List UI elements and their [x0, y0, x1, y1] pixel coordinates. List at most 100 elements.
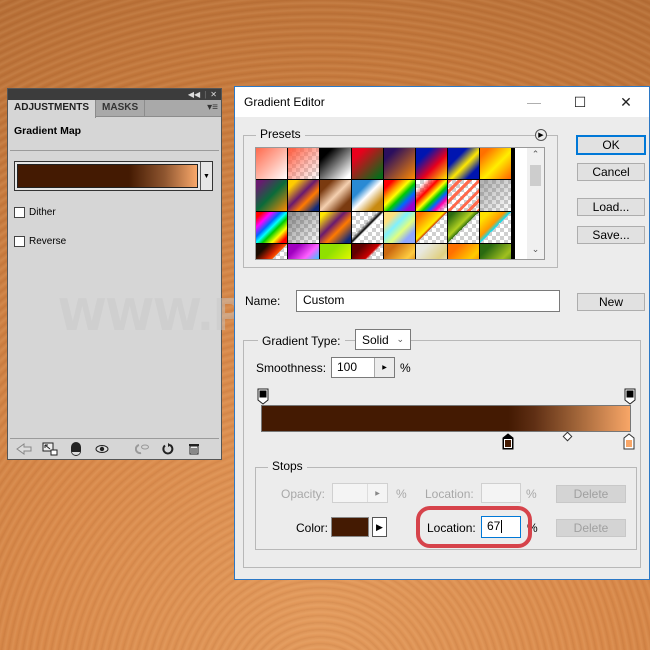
save-button[interactable]: Save... — [577, 226, 645, 244]
gradient-bar[interactable] — [261, 405, 631, 432]
presets-scrollbar[interactable]: ⌃ ⌄ — [527, 148, 544, 259]
preset-swatch[interactable] — [384, 244, 416, 259]
preset-swatch[interactable] — [288, 148, 320, 180]
percent-label: % — [400, 361, 411, 375]
preset-swatch[interactable] — [256, 148, 288, 180]
panel-menu-icon[interactable]: ▾≡ — [207, 102, 218, 113]
color-stop-end[interactable] — [623, 433, 635, 450]
preset-swatch[interactable] — [352, 180, 384, 212]
scroll-up-icon[interactable]: ⌃ — [527, 149, 544, 163]
reverse-checkbox[interactable] — [14, 236, 25, 247]
minimize-icon[interactable]: — — [511, 87, 557, 117]
presets-group: Presets ▶ ⌃ ⌄ — [243, 127, 558, 268]
opacity-stop-right[interactable] — [624, 388, 636, 405]
panel-tabs: ADJUSTMENTS MASKS ▾≡ — [8, 100, 221, 118]
preset-swatch[interactable] — [448, 244, 480, 259]
percent-label: % — [527, 521, 538, 535]
panel-title: Gradient Map — [14, 125, 82, 137]
visibility-eye-icon[interactable] — [92, 441, 112, 457]
preset-swatch[interactable] — [288, 180, 320, 212]
preset-swatch[interactable] — [480, 148, 512, 180]
maximize-icon[interactable]: ☐ — [557, 87, 603, 117]
opacity-stop-left[interactable] — [257, 388, 269, 405]
stops-group: Stops — [255, 459, 637, 550]
gradient-map-picker[interactable]: ▼ — [14, 161, 213, 191]
window-controls: — ☐ ✕ — [511, 87, 649, 117]
preset-swatch[interactable] — [320, 180, 352, 212]
smoothness-input[interactable]: 100 ▶ — [331, 357, 395, 378]
dialog-title: Gradient Editor — [244, 95, 325, 109]
scroll-thumb[interactable] — [530, 165, 541, 186]
dither-checkbox[interactable] — [14, 207, 25, 218]
cancel-button[interactable]: Cancel — [577, 163, 645, 181]
collapse-icon[interactable]: ◀◀ — [188, 90, 200, 99]
previous-state-icon[interactable] — [132, 441, 152, 457]
gradient-type-select[interactable]: Solid ⌄ — [355, 329, 411, 350]
preset-swatch[interactable] — [288, 244, 320, 259]
panel-topbar: ◀◀ | ✕ — [8, 89, 221, 100]
preset-swatch[interactable] — [480, 244, 512, 259]
preset-swatch[interactable] — [320, 148, 352, 180]
load-button[interactable]: Load... — [577, 198, 645, 216]
name-input[interactable]: Custom — [296, 290, 560, 312]
preset-swatch[interactable] — [416, 148, 448, 180]
title-bar[interactable]: Gradient Editor — ☐ ✕ — [235, 87, 649, 117]
preset-swatch[interactable] — [384, 212, 416, 244]
gradient-preview[interactable] — [17, 164, 198, 188]
preset-swatch[interactable] — [256, 180, 288, 212]
preset-swatch[interactable] — [416, 180, 448, 212]
stop-color-swatch[interactable] — [331, 517, 369, 537]
preset-swatch[interactable] — [288, 212, 320, 244]
adjustments-panel: ◀◀ | ✕ ADJUSTMENTS MASKS ▾≡ Gradient Map… — [7, 88, 222, 460]
presets-label: Presets — [256, 127, 305, 141]
preset-swatch[interactable] — [256, 244, 288, 259]
preset-swatch[interactable] — [416, 212, 448, 244]
preset-swatch[interactable] — [480, 180, 512, 212]
text-caret — [501, 520, 503, 534]
scroll-down-icon[interactable]: ⌄ — [527, 244, 544, 258]
preset-swatch[interactable] — [320, 212, 352, 244]
preset-swatch[interactable] — [448, 180, 480, 212]
preset-swatch[interactable] — [448, 148, 480, 180]
preset-swatch[interactable] — [448, 212, 480, 244]
trash-icon[interactable] — [184, 441, 204, 457]
chevron-down-icon: ⌄ — [396, 334, 404, 344]
opacity-location-input — [481, 483, 521, 503]
preset-swatch[interactable] — [256, 212, 288, 244]
preset-swatch[interactable] — [352, 148, 384, 180]
chevron-down-icon[interactable]: ▼ — [200, 162, 212, 190]
color-location-input[interactable]: 67 — [481, 516, 521, 538]
opacity-slider-icon: ▶ — [367, 484, 387, 502]
color-menu-arrow-icon[interactable]: ▶ — [372, 517, 387, 537]
close-icon[interactable]: ✕ — [603, 87, 649, 117]
preset-swatch[interactable] — [416, 244, 448, 259]
reverse-option[interactable]: Reverse — [8, 236, 221, 247]
preset-swatch[interactable] — [352, 212, 384, 244]
close-icon[interactable]: ✕ — [210, 90, 217, 99]
clip-to-layer-icon[interactable] — [40, 441, 60, 457]
preset-swatch[interactable] — [384, 180, 416, 212]
percent-label: % — [396, 487, 407, 501]
dither-option[interactable]: Dither — [8, 207, 221, 218]
dither-label: Dither — [29, 207, 56, 218]
smoothness-value[interactable]: 100 — [332, 358, 374, 377]
opacity-input: ▶ — [332, 483, 388, 503]
mask-icon[interactable] — [66, 441, 86, 457]
smoothness-slider-icon[interactable]: ▶ — [374, 358, 394, 377]
tab-adjustments[interactable]: ADJUSTMENTS — [8, 100, 97, 118]
reverse-label: Reverse — [29, 236, 67, 247]
smoothness-label: Smoothness: — [256, 361, 327, 375]
percent-label: % — [526, 487, 537, 501]
preset-swatch[interactable] — [320, 244, 352, 259]
back-arrow-icon[interactable] — [14, 441, 34, 457]
gradient-editor-dialog: Gradient Editor — ☐ ✕ Presets ▶ ⌃ ⌄ OK C… — [234, 86, 650, 580]
preset-swatch[interactable] — [384, 148, 416, 180]
ok-button[interactable]: OK — [576, 135, 646, 155]
preset-swatch[interactable] — [352, 244, 384, 259]
preset-swatch[interactable] — [480, 212, 512, 244]
color-stop-selected[interactable] — [502, 433, 514, 450]
tab-masks[interactable]: MASKS — [96, 100, 146, 116]
reset-icon[interactable] — [158, 441, 178, 457]
presets-menu-icon[interactable]: ▶ — [535, 129, 547, 141]
new-button[interactable]: New — [577, 293, 645, 311]
